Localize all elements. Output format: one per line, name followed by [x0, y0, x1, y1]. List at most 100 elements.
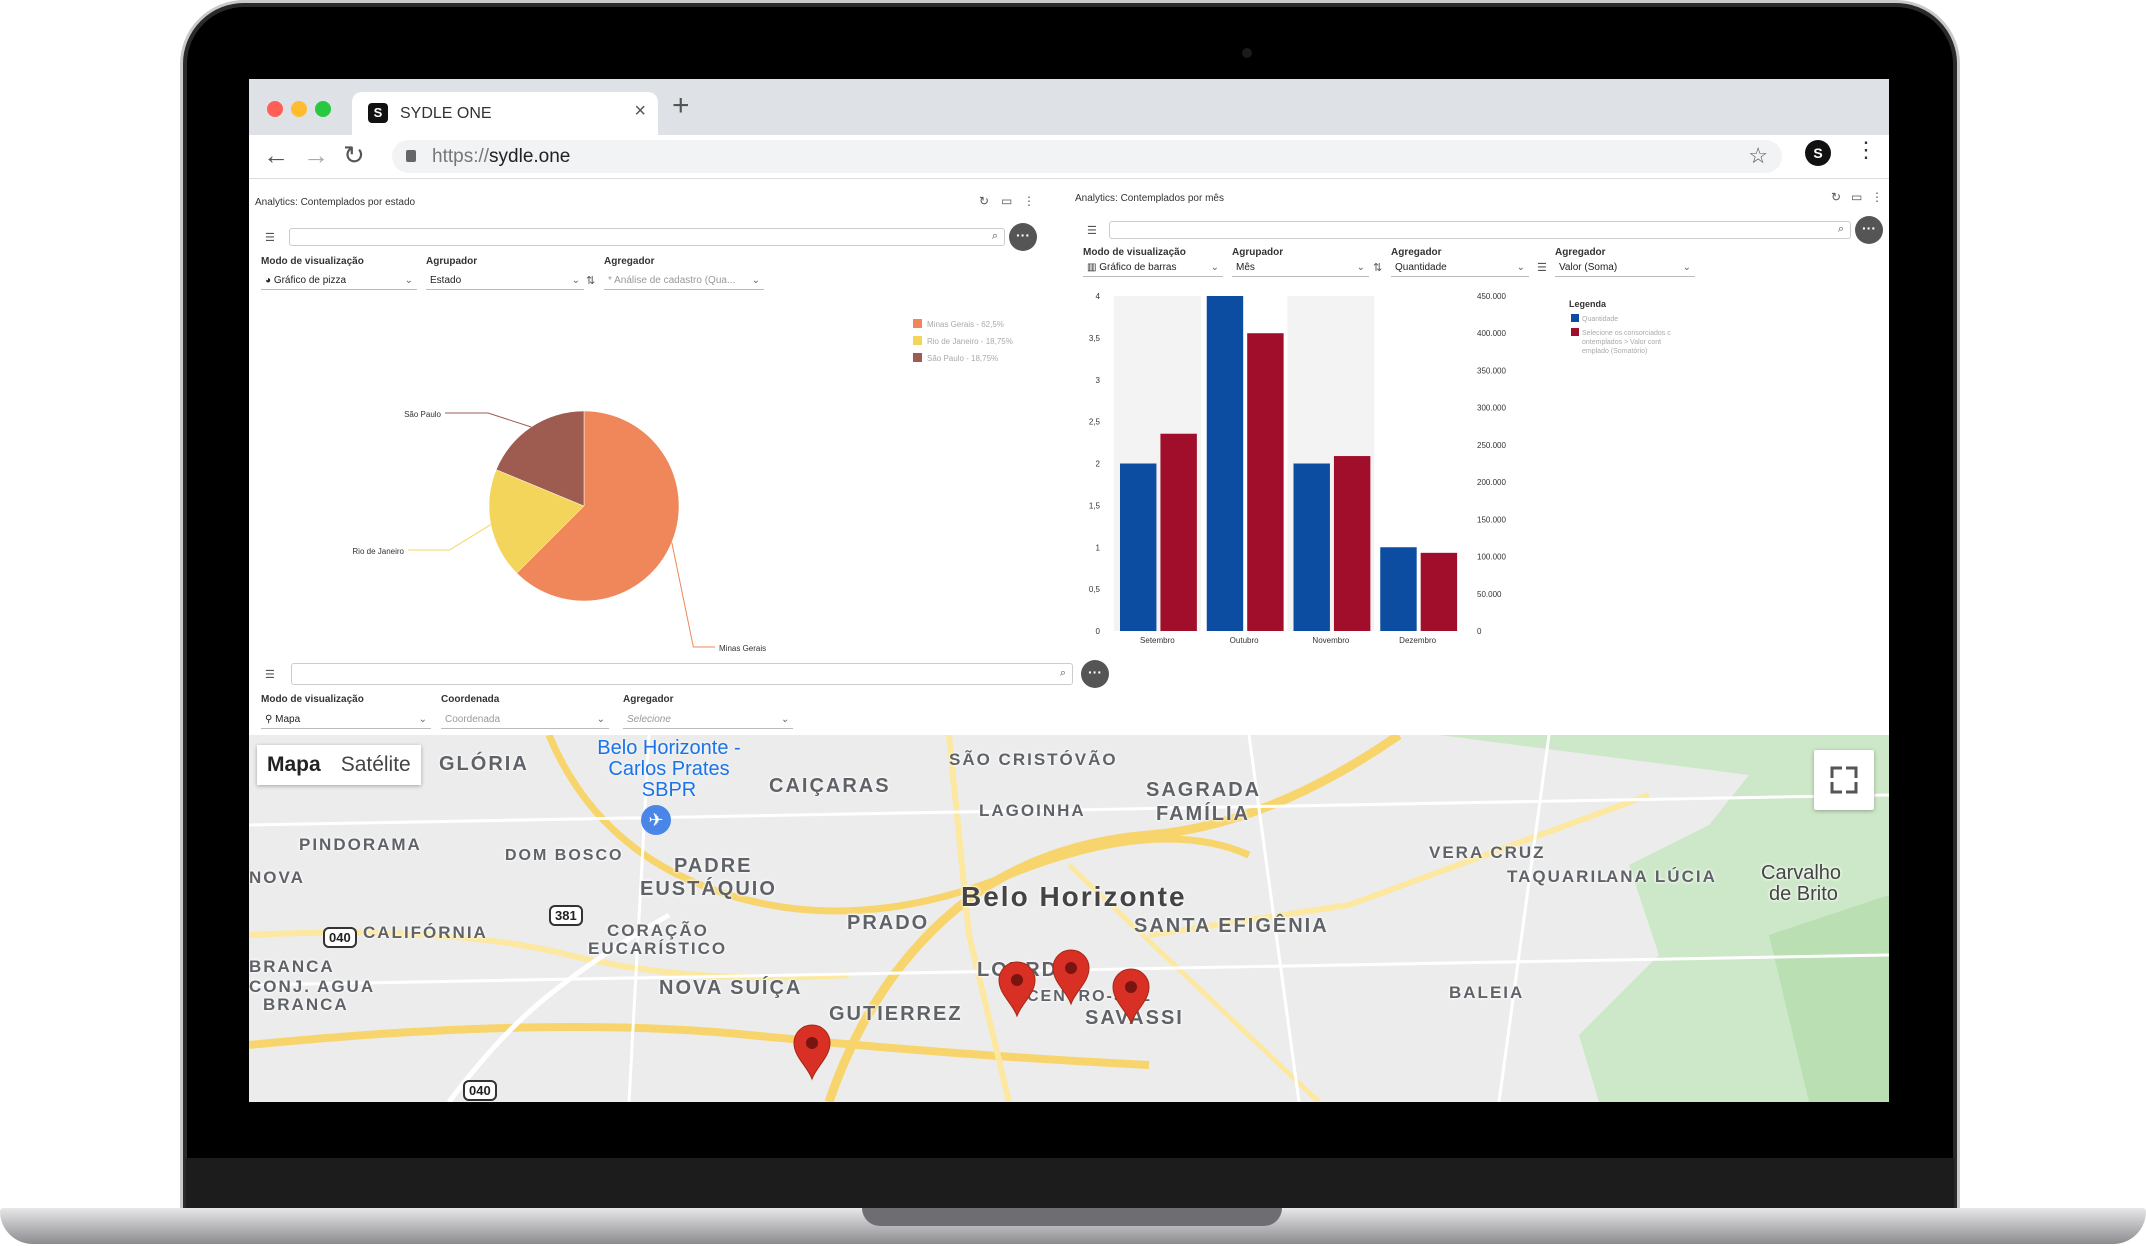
- browser-menu-icon[interactable]: ⋮: [1855, 137, 1877, 163]
- panel-months-more-button[interactable]: ···: [1855, 216, 1883, 244]
- search-icon: ⌕: [991, 230, 998, 242]
- legend-title: Legenda: [1569, 299, 1607, 309]
- map-label: SANTA EFIGÊNIA: [1134, 915, 1329, 937]
- pie-slice-label: São Paulo: [404, 410, 441, 419]
- map-label: CAIÇARAS: [769, 775, 891, 797]
- panel-map-search-input[interactable]: ⌕: [291, 663, 1073, 685]
- pie-leader-line: [408, 524, 492, 551]
- address-bar[interactable]: https://sydle.one ☆: [392, 140, 1782, 173]
- legend-entry: Selecione os consorciados c ontemplados >…: [1582, 330, 1671, 355]
- fullscreen-icon: [1830, 766, 1858, 794]
- new-tab-icon[interactable]: +: [672, 89, 690, 123]
- minimize-window-button[interactable]: [291, 101, 307, 117]
- aggregator-select[interactable]: * Análise de cadastro (Qua... ⌄: [604, 272, 764, 290]
- view-mode-label: Modo de visualização: [261, 256, 364, 267]
- x-tick-label: Dezembro: [1399, 636, 1436, 645]
- map-marker-icon[interactable]: [997, 960, 1037, 1018]
- bar: [1120, 463, 1157, 631]
- map-label: SÃO CRISTÓVÃO: [949, 750, 1118, 769]
- map-label: EUSTÁQUIO: [640, 878, 777, 900]
- y-tick-right: 150.000: [1477, 515, 1506, 524]
- close-window-button[interactable]: [267, 101, 283, 117]
- aggregator-select[interactable]: Valor (Soma) ⌄: [1555, 259, 1695, 277]
- airport-icon[interactable]: ✈: [641, 805, 671, 835]
- panel-states-search-input[interactable]: ⌕: [289, 228, 1005, 246]
- map-type-satellite-button[interactable]: Satélite: [331, 745, 421, 785]
- profile-avatar[interactable]: S: [1805, 140, 1831, 166]
- map-label: GUTIERREZ: [829, 1003, 963, 1025]
- map-type-map-button[interactable]: Mapa: [257, 745, 331, 785]
- browser-toolbar: ← → ↻ https://sydle.one ☆ S ⋮: [249, 135, 1889, 179]
- map-label: EUCARÍSTICO: [588, 939, 728, 958]
- back-icon[interactable]: ←: [263, 140, 289, 171]
- map-marker-icon[interactable]: [792, 1023, 832, 1081]
- map-label: VERA CRUZ: [1429, 843, 1546, 862]
- aggregator-label: Agregador: [1555, 247, 1606, 258]
- grouper-label: Agrupador: [1232, 247, 1284, 258]
- legend-swatch: [913, 336, 922, 345]
- pie-slice-label: Minas Gerais: [719, 644, 766, 653]
- bar: [1247, 333, 1284, 631]
- aggregator-label: Agregador: [623, 694, 674, 705]
- panel-months-title: Analytics: Contemplados por mês: [1075, 193, 1224, 204]
- grouper-select[interactable]: Mês ⌄: [1232, 259, 1369, 277]
- reload-icon[interactable]: ↻: [343, 140, 365, 171]
- aggregator-label: Agregador: [1391, 247, 1442, 258]
- map-label: BRANCA: [263, 995, 349, 1014]
- panel-menu-icon[interactable]: ⋮: [1023, 194, 1035, 208]
- map-label: PADRE: [674, 855, 753, 877]
- sort-icon[interactable]: ⇅: [586, 274, 595, 287]
- lock-icon: [406, 150, 416, 162]
- sum-icon[interactable]: ☰: [1537, 261, 1547, 274]
- bar: [1160, 433, 1197, 631]
- map-label: Carvalho: [1761, 862, 1842, 884]
- pie-icon: ◕: [265, 275, 274, 286]
- airport-label: Belo Horizonte - Carlos Prates SBPR: [597, 737, 741, 801]
- grouper-select[interactable]: Estado ⌄: [426, 272, 584, 290]
- maximize-window-button[interactable]: [315, 101, 331, 117]
- panel-menu-icon[interactable]: ⋮: [1871, 190, 1883, 204]
- panel-map-more-button[interactable]: ···: [1081, 660, 1109, 688]
- filter-settings-icon[interactable]: ☰: [265, 668, 275, 681]
- map-label: DOM BOSCO: [505, 847, 624, 864]
- highway-shield: 381: [549, 905, 583, 926]
- sort-icon[interactable]: ⇅: [1373, 261, 1382, 274]
- filter-settings-icon[interactable]: ☰: [265, 231, 275, 244]
- refresh-icon[interactable]: ↻: [979, 194, 989, 208]
- aggregator-select[interactable]: Quantidade ⌄: [1391, 259, 1529, 277]
- window-icon[interactable]: ▭: [1851, 190, 1862, 204]
- panel-states-more-button[interactable]: ···: [1009, 223, 1037, 251]
- map-label: CONJ. AGUA: [249, 977, 376, 996]
- y-tick-right: 300.000: [1477, 404, 1506, 413]
- y-tick-left: 3,5: [1089, 334, 1101, 343]
- map-type-control: Mapa Satélite: [257, 745, 421, 785]
- map-label: TAQUARIL: [1507, 867, 1610, 886]
- y-tick-left: 0: [1096, 627, 1101, 636]
- x-tick-label: Outubro: [1230, 636, 1259, 645]
- view-mode-select[interactable]: ⚲ Mapa ⌄: [261, 711, 431, 729]
- bar: [1206, 296, 1244, 631]
- panel-months-search-input[interactable]: ⌕: [1109, 221, 1851, 239]
- laptop-notch: [862, 1208, 1282, 1226]
- aggregator-select[interactable]: Selecione ⌄: [623, 711, 793, 729]
- fullscreen-button[interactable]: [1814, 750, 1874, 810]
- refresh-icon[interactable]: ↻: [1831, 190, 1841, 204]
- window-icon[interactable]: ▭: [1001, 194, 1012, 208]
- legend-entry-line: ontemplados > Valor cont: [1582, 339, 1661, 346]
- forward-icon[interactable]: →: [303, 140, 329, 171]
- filter-settings-icon[interactable]: ☰: [1087, 224, 1097, 237]
- map-label: CALIFÓRNIA: [363, 923, 488, 942]
- bar-chart: 0 0,5 1 1,5 2 2,5 3 3,5 4 0 50.000 100.000 150.000 20…: [1089, 292, 1671, 645]
- coordinate-select[interactable]: Coordenada ⌄: [441, 711, 609, 729]
- bookmark-star-icon[interactable]: ☆: [1748, 143, 1768, 169]
- tab-close-icon[interactable]: ×: [634, 100, 646, 123]
- map-marker-icon[interactable]: [1051, 948, 1091, 1006]
- y-tick-left: 2: [1096, 460, 1101, 469]
- map-view[interactable]: Mapa Satélite GLÓRIA CAIÇARAS SÃO CRISTÓV…: [249, 735, 1889, 1102]
- view-mode-select[interactable]: ◕ Gráfico de pizza ⌄: [261, 272, 417, 290]
- map-marker-icon[interactable]: [1111, 967, 1151, 1025]
- bar: [1293, 463, 1330, 631]
- map-label: LAGOINHA: [979, 801, 1086, 820]
- browser-tab[interactable]: S SYDLE ONE ×: [352, 92, 658, 135]
- view-mode-select[interactable]: ▥ Gráfico de barras ⌄: [1083, 259, 1223, 277]
